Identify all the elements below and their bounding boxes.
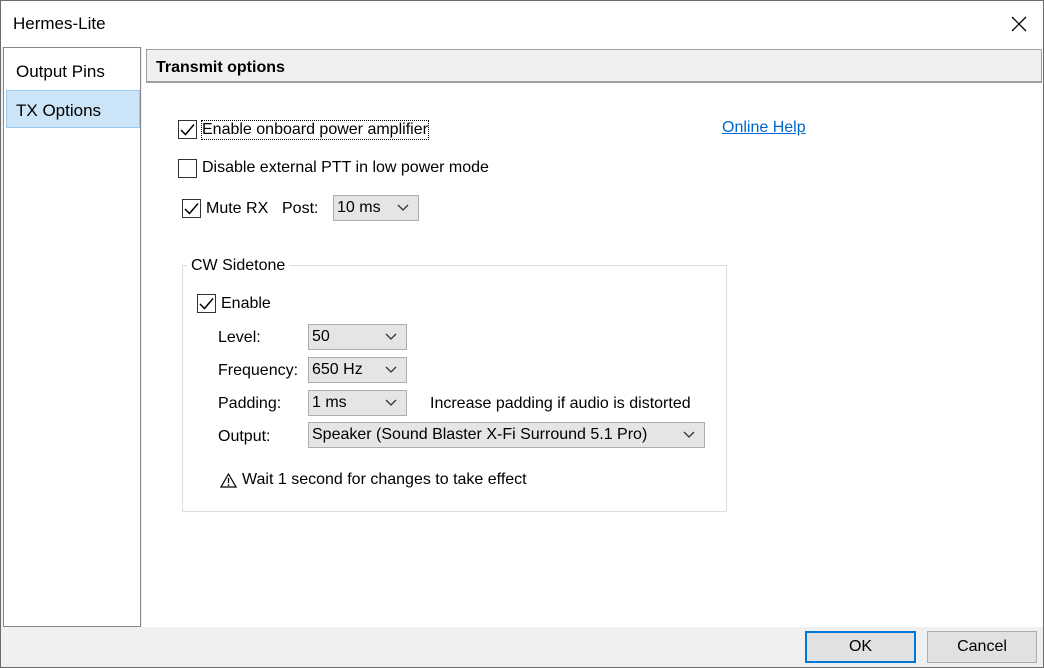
padding-hint: Increase padding if audio is distorted [430,395,691,412]
online-help-link[interactable]: Online Help [722,119,806,137]
chevron-down-icon [385,399,397,406]
cancel-button[interactable]: Cancel [927,631,1037,663]
post-label: Post: [282,200,319,217]
checkmark-icon [199,298,214,310]
frequency-value: 650 Hz [312,361,363,378]
enable-pa-checkbox[interactable] [178,120,197,139]
level-label: Level: [218,329,261,346]
padding-select[interactable]: 1 ms [308,390,407,416]
checkmark-icon [180,124,195,136]
padding-value: 1 ms [312,394,347,411]
sidebar-item-label: TX Options [16,101,102,120]
enable-pa-label[interactable]: Enable onboard power amplifier [201,120,429,140]
sidetone-enable-checkbox[interactable] [197,294,216,313]
ok-label: OK [848,638,873,655]
sidetone-enable-label[interactable]: Enable [221,295,271,313]
disable-ptt-checkbox[interactable] [178,159,197,178]
disable-ptt-label[interactable]: Disable external PTT in low power mode [202,159,489,177]
sidebar: Output Pins TX Options [3,47,141,627]
mute-rx-label[interactable]: Mute RX [206,200,268,218]
dialog-window: Hermes-Lite Output Pins TX Options Trans… [0,0,1044,668]
chevron-down-icon [683,431,695,438]
button-bar: OK Cancel [1,627,1043,667]
warning-icon [220,473,237,488]
sidebar-item-label: Output Pins [16,62,105,81]
padding-label: Padding: [218,395,282,412]
section-title: Transmit options [146,49,1042,83]
close-button[interactable] [995,1,1043,47]
chevron-down-icon [385,366,397,373]
sidebar-item-output-pins[interactable]: Output Pins [6,51,140,89]
checkmark-icon [184,203,199,215]
level-select[interactable]: 50 [308,324,407,350]
frequency-label: Frequency: [218,362,299,379]
output-value: Speaker (Sound Blaster X-Fi Surround 5.1… [312,426,648,443]
main-content: Transmit options Enable onboard power am… [142,47,1043,627]
cancel-label: Cancel [957,638,1007,655]
chevron-down-icon [385,333,397,340]
title-bar: Hermes-Lite [1,1,1043,47]
warning-text: Wait 1 second for changes to take effect [242,471,527,488]
ok-button[interactable]: OK [805,631,916,663]
output-label: Output: [218,428,271,445]
sidebar-item-tx-options[interactable]: TX Options [6,90,140,128]
frequency-select[interactable]: 650 Hz [308,357,407,383]
cw-sidetone-group: CW Sidetone Enable Level: 50 Frequency: … [182,257,727,512]
chevron-down-icon [397,204,409,211]
mute-rx-checkbox[interactable] [182,199,201,218]
window-title: Hermes-Lite [13,14,106,33]
post-value: 10 ms [337,199,381,216]
cw-sidetone-title: CW Sidetone [187,257,290,275]
output-select[interactable]: Speaker (Sound Blaster X-Fi Surround 5.1… [308,422,705,448]
close-icon [1011,16,1027,32]
section-title-text: Transmit options [156,59,285,76]
post-select[interactable]: 10 ms [333,195,419,221]
level-value: 50 [312,328,330,345]
